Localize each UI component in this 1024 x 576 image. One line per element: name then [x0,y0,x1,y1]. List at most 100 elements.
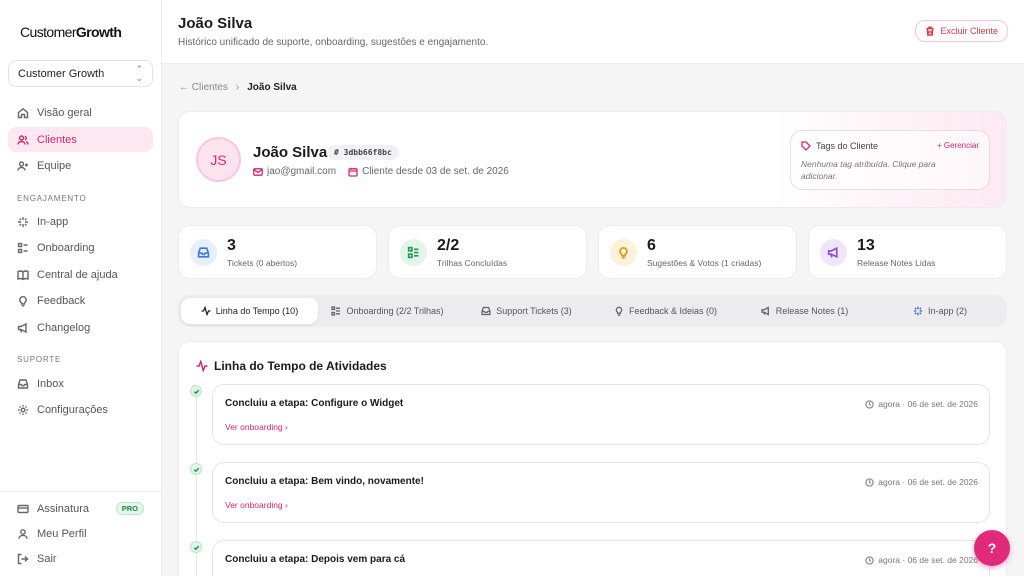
event-time: agora · 06 de set. de 2026 [865,477,978,487]
stat-label: Release Notes Lidas [857,258,936,268]
sidebar-item-visao-geral[interactable]: Visão geral [8,100,153,125]
workspace-select-value: Customer Growth [18,67,105,80]
lightbulb-icon [17,295,29,307]
tab-release-notes[interactable]: Release Notes (1) [737,298,872,324]
megaphone-icon [761,306,769,316]
tab-linha-do-tempo[interactable]: Linha do Tempo (10) [181,298,318,324]
help-button[interactable]: ? [974,530,1010,566]
tags-title-text: Tags do Cliente [816,141,879,151]
workspace-select[interactable]: Customer Growth ⌃ ⌄ [8,60,153,87]
customer-id-badge[interactable]: # 3dbb66f8bc [327,145,399,160]
inbox-icon [190,239,217,266]
event-time-text: agora · 06 de set. de 2026 [878,477,978,487]
view-onboarding-link[interactable]: Ver onboarding › [225,500,288,510]
inbox-icon [481,306,491,316]
sparkles-icon [913,306,923,316]
event-title: Concluiu a etapa: Depois vem para cá [225,554,406,565]
sidebar-divider [0,491,161,492]
breadcrumb-back-link[interactable]: ← Clientes [179,82,228,93]
tags-title: Tags do Cliente [801,141,878,151]
stat-value: 6 [647,237,656,254]
sidebar-item-label: Feedback [37,294,86,307]
sidebar-item-label: Sair [37,552,57,565]
breadcrumb: ← Clientes › João Silva [179,82,297,93]
tab-feedback-ideias[interactable]: Feedback & Ideias (0) [598,298,733,324]
customer-tags-box: Tags do Cliente + Gerenciar Nenhuma tag … [790,130,990,190]
customer-since: Cliente desde 03 de set. de 2026 [348,166,509,177]
tab-in-app[interactable]: In-app (2) [876,298,1004,324]
stat-card-sugestoes: 6 Sugestões & Votos (1 criadas) [598,225,797,279]
sidebar: CustomerGrowth Customer Growth ⌃ ⌄ Visão … [0,0,162,576]
check-icon [190,463,202,475]
stat-card-trilhas: 2/2 Trilhas Concluídas [388,225,587,279]
section-label-engajamento: ENGAJAMENTO [17,194,87,203]
tab-label: Linha do Tempo (10) [215,306,299,316]
tab-label: Feedback & Ideias (0) [628,306,718,316]
megaphone-icon [820,239,847,266]
page-header: João Silva Histórico unificado de suport… [162,0,1024,64]
section-label-suporte: SUPORTE [17,355,62,364]
sidebar-item-label: Inbox [37,377,64,390]
sidebar-item-label: Visão geral [37,106,92,119]
sidebar-item-label: Changelog [37,321,91,334]
sidebar-item-in-app[interactable]: In-app [8,209,153,234]
delete-customer-button[interactable]: Excluir Cliente [915,20,1008,42]
sidebar-item-configuracoes[interactable]: Configurações [8,397,153,422]
sidebar-item-label: Central de ajuda [37,268,118,281]
sidebar-item-label: Configurações [37,403,108,416]
sidebar-item-central-de-ajuda[interactable]: Central de ajuda [8,262,153,287]
tab-label: Release Notes (1) [775,306,849,316]
sidebar-item-label: Onboarding [37,241,95,254]
activity-icon [201,306,211,316]
inbox-icon [17,378,29,390]
stat-card-tickets: 3 Tickets (0 abertos) [178,225,377,279]
mail-icon [253,167,263,176]
sidebar-item-feedback[interactable]: Feedback [8,288,153,313]
lightbulb-icon [610,239,637,266]
activity-title: Linha do Tempo de Atividades [196,359,387,373]
customer-meta: jao@gmail.com Cliente desde 03 de set. d… [253,166,509,177]
tab-onboarding[interactable]: Onboarding (2/2 Trilhas) [320,298,455,324]
tab-support-tickets[interactable]: Support Tickets (3) [459,298,594,324]
customer-since-text: Cliente desde 03 de set. de 2026 [362,166,509,177]
customer-name: João Silva [253,144,328,161]
brand-logo[interactable]: CustomerGrowth [20,24,122,40]
user-plus-icon [17,160,29,172]
sidebar-item-label: Clientes [37,133,77,146]
tags-empty-state[interactable]: Nenhuma tag atribuída. Clique para adici… [801,158,971,182]
check-icon [190,541,202,553]
clock-icon [865,555,874,565]
check-icon [190,385,202,397]
lightbulb-icon [615,306,623,316]
tag-icon [801,141,811,151]
sidebar-item-meu-perfil[interactable]: Meu Perfil [8,521,153,546]
tab-label: Support Tickets (3) [496,306,572,316]
sidebar-item-sair[interactable]: Sair [8,546,153,571]
sidebar-item-clientes[interactable]: Clientes [8,127,153,152]
manage-tags-button[interactable]: + Gerenciar [937,141,979,150]
gear-icon [17,404,29,416]
customer-email: jao@gmail.com [253,166,336,177]
sidebar-item-inbox[interactable]: Inbox [8,371,153,396]
stat-value: 2/2 [437,237,460,254]
sidebar-item-label: In-app [37,215,69,228]
avatar: JS [196,137,241,182]
activity-title-text: Linha do Tempo de Atividades [214,359,387,373]
view-onboarding-link[interactable]: Ver onboarding › [225,422,288,432]
delete-customer-label: Excluir Cliente [940,26,998,36]
event-time-text: agora · 06 de set. de 2026 [878,399,978,409]
tabs-bar: Linha do Tempo (10) Onboarding (2/2 Tril… [178,295,1007,327]
customer-profile-card: JS João Silva # 3dbb66f8bc jao@gmail.com… [178,111,1007,208]
pro-badge: PRO [115,502,144,515]
sidebar-item-onboarding[interactable]: Onboarding [8,235,153,260]
timeline-event: Concluiu a etapa: Depois vem para cá ago… [212,540,990,576]
chevron-up-down-icon: ⌃ ⌄ [135,63,143,83]
clock-icon [865,399,874,409]
book-icon [17,269,29,281]
sidebar-item-changelog[interactable]: Changelog [8,315,153,340]
sidebar-item-assinatura[interactable]: Assinatura PRO [8,496,153,521]
sidebar-item-equipe[interactable]: Equipe [8,153,153,178]
trash-icon [926,26,934,36]
sparkles-icon [17,216,29,228]
sidebar-item-label: Assinatura [37,502,89,515]
